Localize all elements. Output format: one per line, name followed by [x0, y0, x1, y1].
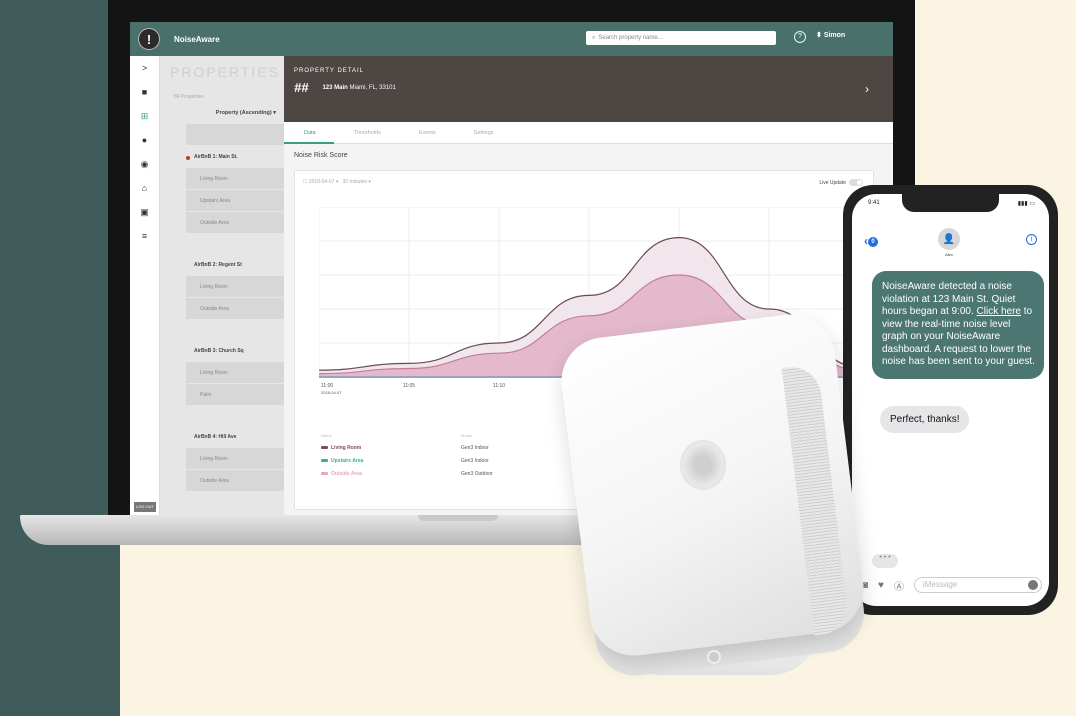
tab-thresholds[interactable]: Thresholds: [334, 122, 399, 144]
back-chevron-icon[interactable]: ‹ 0: [864, 234, 878, 248]
legend-name: Upstairs Area: [331, 458, 364, 464]
logout-button[interactable]: LOG OUT: [134, 502, 156, 512]
property-group-2[interactable]: AirBnB 2: Regent St: [186, 254, 284, 275]
help-icon[interactable]: ?: [794, 31, 806, 43]
tab-settings[interactable]: Settings: [454, 122, 512, 144]
message-input[interactable]: iMessage: [913, 577, 1042, 593]
properties-icon[interactable]: ⊞: [130, 104, 159, 128]
legend-type: Gen3 Indoor: [461, 445, 489, 451]
detail-label: PROPERTY DETAIL: [294, 68, 365, 74]
icon-rail: > ■ ⊞ ● ◉ ⌂ ▣ ≡ LOG OUT: [130, 56, 160, 520]
message-compose-bar: ◙ ♥ Ⓐ iMessage: [862, 576, 1042, 594]
x-tick-label: 11:00: [321, 383, 333, 389]
property-group-1[interactable]: AirBnB 1: Main St.: [186, 146, 284, 167]
street: 123 Main: [322, 84, 348, 91]
property-group-3[interactable]: AirBnB 3: Church Sq: [186, 340, 284, 361]
detail-tabs: Data Thresholds Events Settings: [284, 122, 893, 144]
reports-icon[interactable]: ▣: [130, 200, 159, 224]
legend-type: Gen3 Indoor: [461, 458, 489, 464]
list-item: [186, 124, 284, 145]
city: Miami, FL, 33101: [349, 84, 396, 91]
mic-icon[interactable]: [1028, 580, 1038, 590]
room-item[interactable]: Patio: [186, 384, 284, 405]
tab-data[interactable]: Data: [284, 122, 334, 144]
live-update-toggle[interactable]: [849, 179, 863, 186]
contact-name: Alex: [945, 252, 953, 257]
home-icon[interactable]: ⌂: [130, 176, 159, 200]
search-input[interactable]: ⌕ Search property name...: [586, 31, 776, 45]
phone-screen: 9:41 ▮▮▮ ▭ ‹ 0 👤 Alex i NoiseAware detect…: [852, 194, 1049, 606]
property-detail-header: PROPERTY DETAIL ## 123 Main Miami, FL, 3…: [284, 56, 893, 122]
expand-icon[interactable]: >: [130, 56, 159, 80]
appstore-icon[interactable]: Ⓐ: [894, 578, 904, 593]
message-link[interactable]: Click here: [977, 306, 1021, 317]
user-menu[interactable]: ⬍ Simon: [816, 31, 845, 39]
user-name: Simon: [823, 32, 846, 39]
user-icon: ⬍: [816, 32, 824, 39]
room-item[interactable]: Living Room: [186, 276, 284, 297]
search-icon: ⌕: [592, 34, 596, 41]
room-item[interactable]: Living Room: [186, 448, 284, 469]
unread-badge: 0: [868, 236, 878, 247]
chart-controls: ☐ 2018-04-07 ▾ 30 minutes ▾: [303, 179, 371, 185]
x-tick-label: 11:05: [403, 383, 415, 389]
dashboard-icon[interactable]: ■: [130, 80, 159, 104]
phone-notch: [902, 194, 999, 212]
device-screw: [707, 650, 721, 664]
app-topbar: ! NoiseAware ⌕ Search property name... ?…: [130, 22, 893, 56]
property-group-4[interactable]: AirBnB 4: Hill Ave: [186, 426, 284, 447]
search-placeholder: Search property name...: [598, 35, 663, 41]
room-item[interactable]: Outside Area: [186, 470, 284, 491]
chevron-right-icon[interactable]: ›: [865, 82, 869, 96]
legend-header-name: Name: [321, 433, 332, 438]
legend-name: Living Room: [331, 445, 362, 451]
room-item[interactable]: Living Room: [186, 168, 284, 189]
alerts-icon[interactable]: ◉: [130, 152, 159, 176]
x-tick-sublabel: 2018-04-07: [321, 390, 342, 395]
tab-events[interactable]: Events: [399, 122, 454, 144]
room-item[interactable]: Upstairs Area: [186, 190, 284, 211]
noise-sensor-device: [556, 309, 869, 685]
legend-name: Outside Area: [331, 471, 362, 477]
incoming-message: Perfect, thanks!: [880, 406, 970, 433]
typing-indicator: • • •: [872, 554, 898, 568]
room-item[interactable]: Outside Area: [186, 298, 284, 319]
property-hash: ##: [294, 80, 309, 95]
section-title: Noise Risk Score: [294, 152, 348, 159]
live-update-label: Live Update: [819, 179, 846, 186]
teal-backdrop: [0, 0, 120, 716]
room-item[interactable]: Living Room: [186, 362, 284, 383]
properties-panel: PROPERTIES 84 Properties Property (Ascen…: [160, 56, 284, 520]
x-tick-label: 11:10: [493, 383, 505, 389]
message-placeholder: iMessage: [922, 580, 958, 589]
logo-icon[interactable]: !: [138, 28, 160, 50]
interval-select[interactable]: 30 minutes ▾: [343, 179, 371, 185]
legend-type: Gen3 Outdoor: [461, 471, 493, 477]
info-icon[interactable]: i: [1026, 234, 1037, 245]
outgoing-message: NoiseAware detected a noise violation at…: [872, 271, 1044, 379]
date-picker[interactable]: ☐ 2018-04-07 ▾: [303, 179, 338, 185]
legend-header-type: Model: [461, 433, 472, 438]
phone-status-icons: ▮▮▮ ▭: [1017, 201, 1035, 207]
room-item[interactable]: Outside Area: [186, 212, 284, 233]
brand-name: NoiseAware: [174, 34, 220, 44]
contact-avatar[interactable]: 👤: [938, 228, 960, 250]
sensors-icon[interactable]: ●: [130, 128, 159, 152]
phone-time: 9:41: [868, 200, 880, 206]
device-microphone: [680, 440, 726, 490]
phone: 9:41 ▮▮▮ ▭ ‹ 0 👤 Alex i NoiseAware detect…: [843, 185, 1058, 615]
property-address: 123 Main Miami, FL, 33101: [322, 85, 395, 91]
heart-icon[interactable]: ♥: [878, 580, 884, 591]
menu-icon[interactable]: ≡: [130, 224, 159, 248]
properties-title: PROPERTIES: [170, 64, 280, 80]
property-count: 84 Properties: [174, 94, 204, 100]
live-update: Live Update: [819, 179, 863, 186]
